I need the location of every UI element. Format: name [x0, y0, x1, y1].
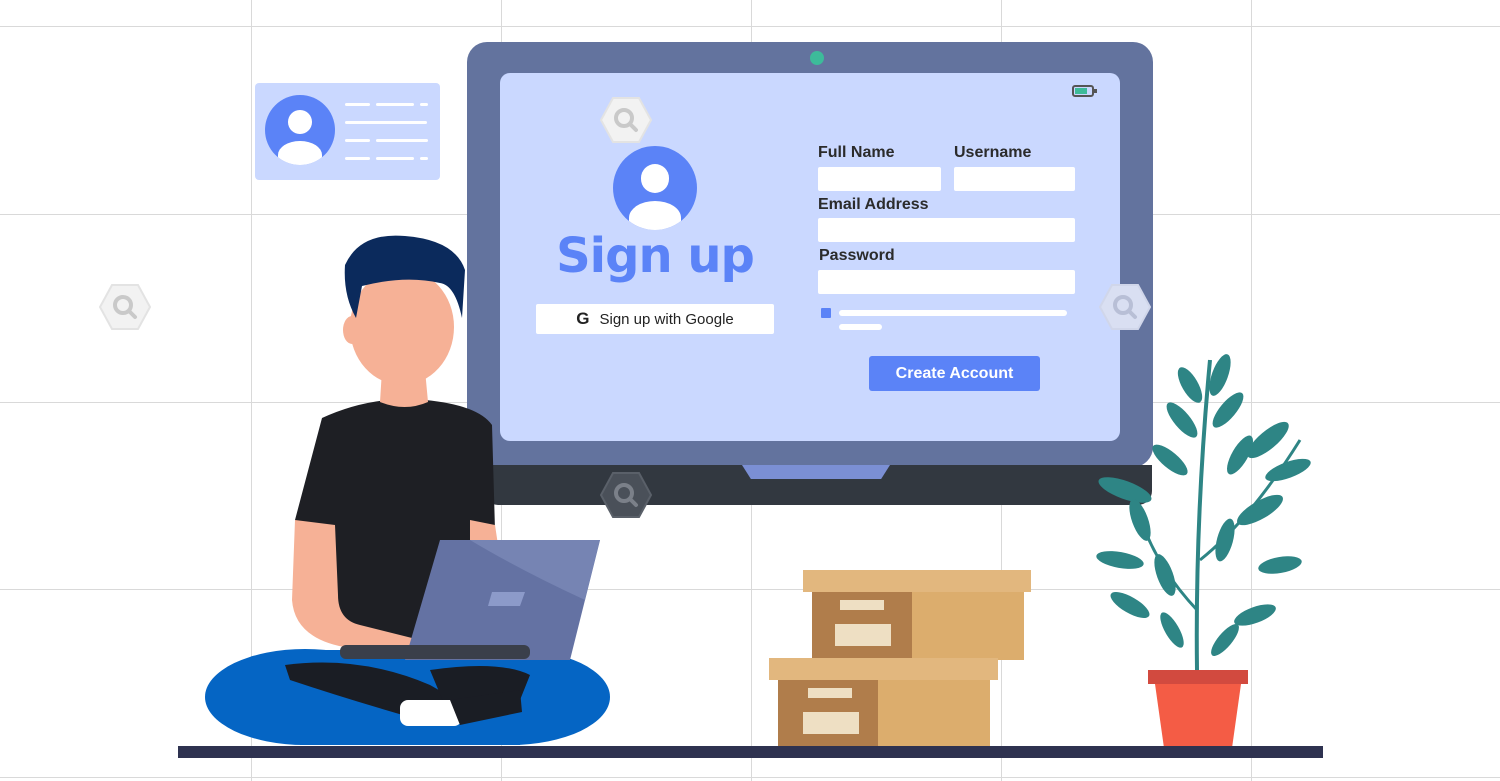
terms-text-line [839, 310, 1067, 316]
card-line [345, 139, 370, 142]
card-line [376, 103, 414, 106]
card-line [345, 121, 427, 124]
card-line [420, 103, 428, 106]
terms-checkbox[interactable] [821, 308, 831, 318]
password-label: Password [819, 247, 895, 264]
monitor-notch [742, 465, 890, 479]
create-account-button[interactable]: Create Account [869, 356, 1040, 391]
terms-text-line [839, 324, 882, 330]
email-field[interactable] [818, 218, 1075, 242]
full-name-label: Full Name [818, 144, 895, 161]
card-line [345, 103, 370, 106]
full-name-field[interactable] [818, 167, 941, 191]
username-field[interactable] [954, 167, 1075, 191]
webcam-icon [810, 51, 824, 65]
search-hexagon-icon [99, 284, 151, 330]
card-line [420, 157, 428, 160]
floor [178, 746, 1323, 758]
search-hexagon-icon [600, 97, 652, 143]
password-field[interactable] [818, 270, 1075, 294]
user-avatar-icon [613, 146, 697, 230]
search-hexagon-icon [1099, 284, 1151, 330]
plant-illustration [1096, 354, 1311, 748]
boxes-illustration [769, 570, 1031, 748]
email-label: Email Address [818, 196, 929, 213]
person-illustration [205, 235, 610, 745]
card-line [376, 139, 428, 142]
battery-icon [1072, 85, 1097, 97]
card-line [345, 157, 370, 160]
card-line [376, 157, 414, 160]
username-label: Username [954, 144, 1032, 161]
user-avatar-icon [265, 95, 335, 165]
